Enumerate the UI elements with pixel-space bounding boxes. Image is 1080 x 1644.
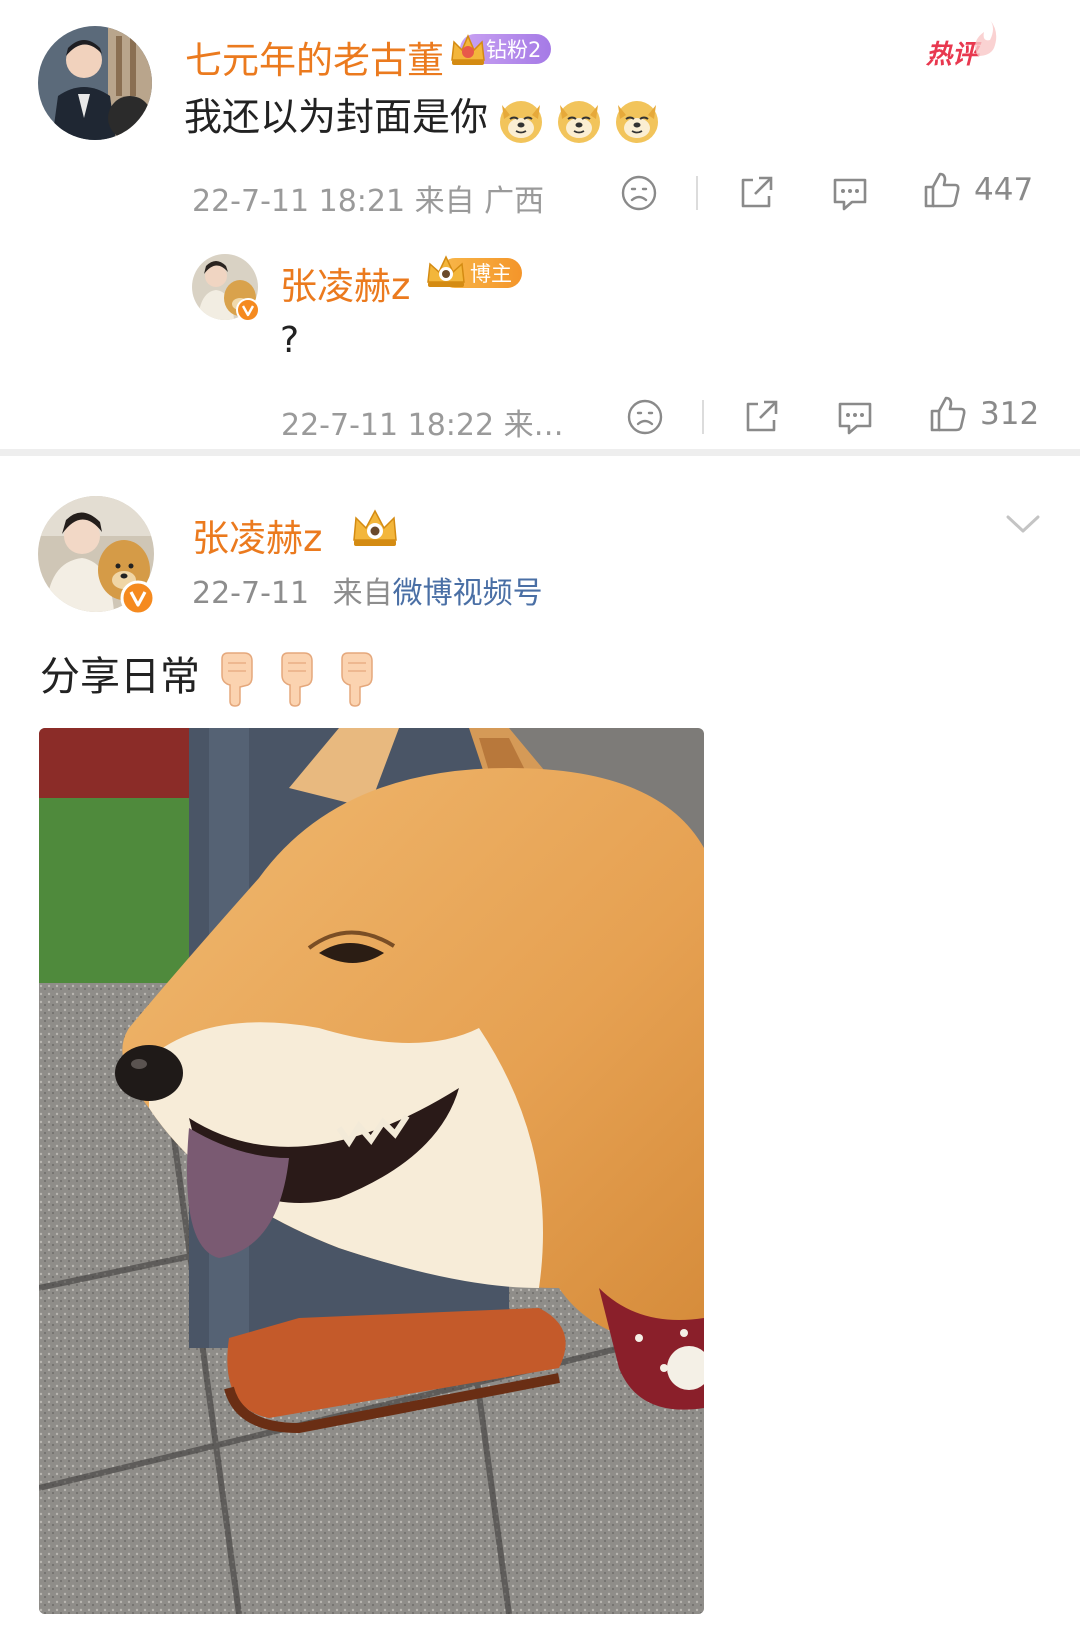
reply-meta: 22-7-11 18:22 来… [281, 408, 564, 443]
pointing-down-emoji-icon [221, 652, 253, 707]
post-text-content: 分享日常 [40, 654, 200, 700]
like-count: 447 [974, 172, 1034, 208]
post-date: 22-7-11 [192, 576, 310, 611]
verified-badge-icon [236, 298, 260, 322]
thumbs-up-icon [924, 172, 960, 208]
post-image[interactable] [39, 728, 704, 1614]
share-icon [741, 176, 773, 208]
reply-dislike-button[interactable] [626, 398, 664, 436]
doge-emoji-icon [500, 100, 543, 143]
comment-meta: 22-7-11 18:21 来自 广西 [192, 184, 545, 219]
doge-emoji-icon [558, 100, 601, 143]
comment-bubble-icon [838, 402, 872, 435]
author-username[interactable]: 张凌赫z [192, 508, 322, 562]
share-button[interactable] [737, 174, 775, 212]
frown-face-icon [621, 175, 657, 211]
blogger-badge: 博主 [427, 255, 522, 288]
reply-username[interactable]: 张凌赫z [280, 256, 410, 310]
crown-icon [353, 509, 397, 546]
frown-face-icon [627, 399, 663, 435]
section-separator [0, 449, 1080, 456]
reply-like-count: 312 [980, 396, 1040, 432]
dislike-button[interactable] [620, 174, 658, 212]
post-meta: 22-7-11 来自微博视频号 [192, 568, 543, 612]
thumbs-up-icon [930, 396, 966, 432]
verified-badge-icon [120, 580, 156, 616]
share-icon [746, 400, 778, 432]
crown-icon [451, 34, 485, 65]
crown-icon [427, 255, 465, 287]
reply-like-button[interactable]: 312 [928, 394, 1039, 434]
doge-emoji-icon [616, 100, 659, 143]
post-source-prefix: 来自 [332, 576, 393, 611]
pointing-down-emoji-icon [281, 652, 313, 707]
commenter-avatar[interactable] [38, 26, 152, 140]
reply-share-button[interactable] [742, 398, 780, 436]
action-divider [702, 400, 704, 434]
fan-level-badge: 钻粉2 [451, 34, 552, 65]
action-divider [696, 176, 698, 210]
comment-text-content: 我还以为封面是你 [184, 95, 489, 139]
chevron-down-icon[interactable] [1005, 512, 1041, 536]
comment-text: 我还以为封面是你 [184, 86, 662, 145]
reply-text: ? [280, 320, 300, 361]
flame-decoration-icon [975, 20, 997, 56]
post-text: 分享日常 [40, 644, 380, 707]
comment-bubble-icon [833, 178, 867, 211]
pointing-down-emoji-icon [341, 652, 373, 707]
post-source-link[interactable]: 微博视频号 [393, 576, 543, 611]
reply-button[interactable] [830, 174, 870, 214]
like-button[interactable]: 447 [922, 170, 1033, 210]
commenter-username[interactable]: 七元年的老古董 [185, 30, 444, 84]
reply-reply-button[interactable] [835, 398, 875, 438]
